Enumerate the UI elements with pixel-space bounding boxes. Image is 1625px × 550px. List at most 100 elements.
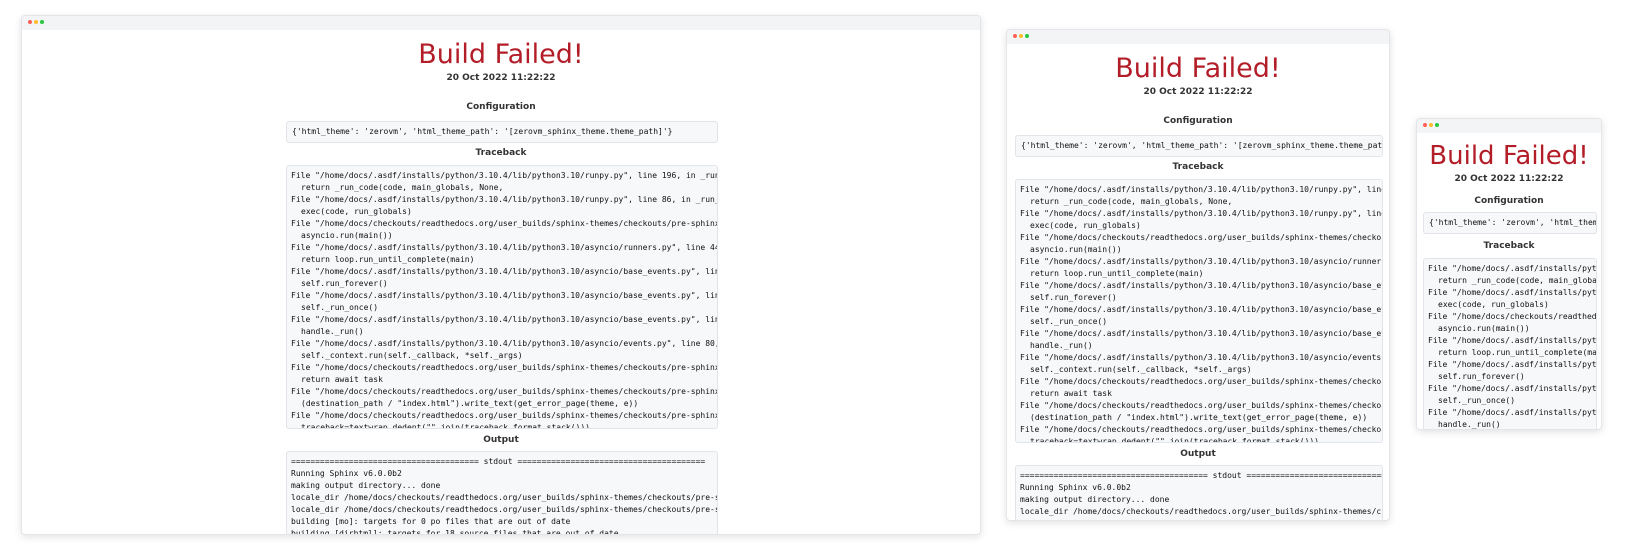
traceback-line: File "/home/docs/.asdf/installs/python/3…	[1428, 264, 1597, 273]
build-date: 20 Oct 2022 11:22:22	[446, 73, 556, 83]
configuration-text: {'html_theme': 'zerovm', 'html_theme_pat…	[1429, 218, 1596, 227]
traceback-line: File "/home/docs/checkouts/readthedocs.o…	[291, 387, 717, 396]
configuration-box: {'html_theme': 'zerovm', 'html_theme_pat…	[286, 121, 718, 143]
output-box: ======================================= …	[1015, 465, 1383, 520]
output-line: making output directory... done	[291, 481, 441, 490]
output-heading: Output	[1180, 449, 1216, 459]
traceback-line: return loop.run_until_complete(main)	[301, 255, 475, 264]
maximize-window-icon[interactable]	[40, 20, 44, 24]
traceback-line: return _run_code(code, main_globals, Non…	[1030, 197, 1233, 206]
configuration-heading: Configuration	[1474, 196, 1544, 206]
traceback-line: File "/home/docs/.asdf/installs/python/3…	[291, 195, 718, 204]
traceback-line: File "/home/docs/checkouts/readthedocs.o…	[1020, 233, 1382, 242]
output-line: making output directory... done	[1020, 495, 1170, 504]
traceback-line: self.run_forever()	[1438, 372, 1525, 381]
traceback-line: self._run_once()	[301, 303, 379, 312]
maximize-window-icon[interactable]	[1025, 34, 1029, 38]
traceback-line: File "/home/docs/.asdf/installs/python/3…	[291, 267, 718, 276]
window-titlebar	[1417, 119, 1601, 133]
close-window-icon[interactable]	[1423, 123, 1427, 127]
traceback-line: asyncio.run(main())	[301, 231, 393, 240]
traceback-line: File "/home/docs/checkouts/readthedocs.o…	[291, 411, 717, 420]
traceback-line: (destination_path / "index.html").write_…	[1030, 413, 1368, 422]
page-title: Build Failed!	[1429, 141, 1589, 171]
traceback-heading: Traceback	[475, 148, 527, 158]
traceback-line: File "/home/docs/.asdf/installs/python/3…	[1020, 305, 1382, 314]
maximize-window-icon[interactable]	[1435, 123, 1439, 127]
traceback-box: File "/home/docs/.asdf/installs/python/3…	[1015, 179, 1383, 443]
traceback-line: (destination_path / "index.html").write_…	[301, 399, 639, 408]
page-title: Build Failed!	[418, 39, 584, 70]
traceback-line: self._run_once()	[1438, 396, 1516, 405]
traceback-box: File "/home/docs/.asdf/installs/python/3…	[286, 165, 718, 429]
traceback-line: File "/home/docs/checkouts/readthedocs.o…	[1020, 401, 1382, 410]
traceback-line: exec(code, run_globals)	[1438, 300, 1549, 309]
traceback-line: asyncio.run(main())	[1030, 245, 1122, 254]
build-date: 20 Oct 2022 11:22:22	[1143, 87, 1253, 97]
window-titlebar	[1007, 30, 1389, 44]
traceback-line: File "/home/docs/checkouts/readthedocs.o…	[1428, 312, 1597, 321]
output-line: locale_dir /home/docs/checkouts/readthed…	[291, 505, 717, 514]
window-titlebar	[22, 16, 980, 30]
traceback-line: asyncio.run(main())	[1438, 324, 1530, 333]
traceback-line: File "/home/docs/checkouts/readthedocs.o…	[291, 219, 717, 228]
output-line: building [mo]: targets for 0 po files th…	[291, 517, 571, 526]
traceback-box: File "/home/docs/.asdf/installs/python/3…	[1423, 258, 1597, 429]
output-box: ======================================= …	[286, 451, 718, 535]
output-heading: Output	[483, 435, 519, 445]
output-line: Running Sphinx v6.0.0b2	[291, 469, 402, 478]
minimize-window-icon[interactable]	[34, 20, 38, 24]
traceback-line: File "/home/docs/.asdf/installs/python/3…	[1020, 353, 1383, 362]
configuration-box: {'html_theme': 'zerovm', 'html_theme_pat…	[1423, 212, 1597, 234]
output-line: ======================================= …	[1020, 471, 1383, 480]
traceback-line: File "/home/docs/.asdf/installs/python/3…	[291, 339, 718, 348]
minimize-window-icon[interactable]	[1019, 34, 1023, 38]
traceback-line: exec(code, run_globals)	[1030, 221, 1141, 230]
traceback-line: File "/home/docs/.asdf/installs/python/3…	[1428, 360, 1597, 369]
traceback-line: return _run_code(code, main_globals, Non…	[301, 183, 504, 192]
traceback-line: File "/home/docs/.asdf/installs/python/3…	[1428, 408, 1597, 417]
output-line: ======================================= …	[291, 457, 706, 466]
minimize-window-icon[interactable]	[1429, 123, 1433, 127]
traceback-line: File "/home/docs/checkouts/readthedocs.o…	[291, 363, 717, 372]
traceback-line: exec(code, run_globals)	[301, 207, 412, 216]
output-line: locale_dir /home/docs/checkouts/readthed…	[291, 493, 717, 502]
output-line: building [dirhtml]: targets for 18 sourc…	[291, 529, 619, 535]
traceback-line: File "/home/docs/.asdf/installs/python/3…	[1020, 257, 1383, 266]
traceback-line: return await task	[1030, 389, 1112, 398]
traceback-line: File "/home/docs/.asdf/installs/python/3…	[291, 243, 718, 252]
close-window-icon[interactable]	[1013, 34, 1017, 38]
browser-window-large: Build Failed! 20 Oct 2022 11:22:22 Confi…	[21, 15, 981, 535]
traceback-line: File "/home/docs/.asdf/installs/python/3…	[1428, 384, 1597, 393]
configuration-heading: Configuration	[1163, 116, 1233, 126]
traceback-line: return _run_code(code, main_globals, Non…	[1438, 276, 1597, 285]
build-date: 20 Oct 2022 11:22:22	[1454, 174, 1564, 184]
traceback-line: File "/home/docs/.asdf/installs/python/3…	[1020, 329, 1382, 338]
output-line: Running Sphinx v6.0.0b2	[1020, 483, 1131, 492]
configuration-text: {'html_theme': 'zerovm', 'html_theme_pat…	[1021, 141, 1383, 150]
traceback-line: File "/home/docs/checkouts/readthedocs.o…	[1020, 377, 1382, 386]
traceback-line: self.run_forever()	[1030, 293, 1117, 302]
traceback-line: return await task	[301, 375, 383, 384]
browser-window-small: Build Failed! 20 Oct 2022 11:22:22 Confi…	[1416, 118, 1602, 430]
configuration-box: {'html_theme': 'zerovm', 'html_theme_pat…	[1015, 135, 1383, 157]
traceback-line: File "/home/docs/.asdf/installs/python/3…	[1428, 288, 1597, 297]
traceback-line: self._run_once()	[1030, 317, 1108, 326]
traceback-line: self._context.run(self._callback, *self.…	[301, 351, 523, 360]
output-line: locale_dir /home/docs/checkouts/readthed…	[1020, 518, 1382, 520]
close-window-icon[interactable]	[28, 20, 32, 24]
traceback-line: handle._run()	[1438, 420, 1501, 429]
browser-window-medium: Build Failed! 20 Oct 2022 11:22:22 Confi…	[1006, 29, 1390, 521]
configuration-heading: Configuration	[466, 102, 536, 112]
traceback-heading: Traceback	[1172, 162, 1224, 172]
traceback-line: self._context.run(self._callback, *self.…	[1030, 365, 1252, 374]
traceback-line: File "/home/docs/checkouts/readthedocs.o…	[1020, 425, 1382, 434]
traceback-line: File "/home/docs/.asdf/installs/python/3…	[1020, 281, 1382, 290]
traceback-heading: Traceback	[1483, 241, 1535, 251]
configuration-text: {'html_theme': 'zerovm', 'html_theme_pat…	[292, 127, 673, 136]
traceback-line: handle._run()	[1030, 341, 1093, 350]
traceback-line: self.run_forever()	[301, 279, 388, 288]
traceback-line: traceback=textwrap.dedent("".join(traceb…	[301, 423, 595, 429]
traceback-line: File "/home/docs/.asdf/installs/python/3…	[291, 315, 718, 324]
traceback-line: File "/home/docs/.asdf/installs/python/3…	[291, 171, 718, 180]
